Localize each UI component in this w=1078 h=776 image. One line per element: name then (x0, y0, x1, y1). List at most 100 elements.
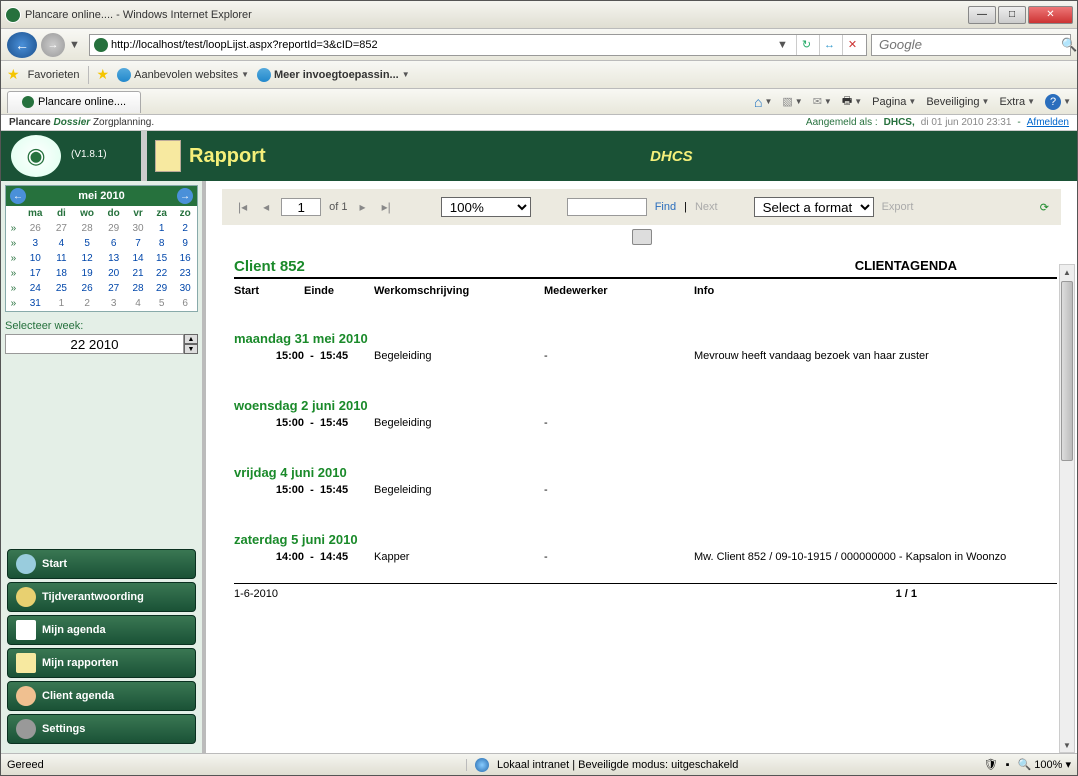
logout-link[interactable]: Afmelden (1027, 117, 1069, 128)
search-box[interactable]: 🔍 (871, 34, 1071, 56)
next-match-button[interactable]: Next (695, 201, 718, 213)
feeds-button[interactable]: ▧▼ (782, 95, 802, 108)
week-input[interactable] (5, 334, 184, 354)
week-up[interactable]: ▲ (184, 334, 198, 344)
security-menu[interactable]: Beveiliging▼ (926, 96, 989, 108)
status-zoom[interactable]: 🔍 100% ▾ (1018, 758, 1071, 771)
cal-day[interactable]: 12 (73, 251, 101, 266)
minimize-button[interactable]: — (968, 6, 996, 24)
cal-prev[interactable]: ← (10, 188, 26, 204)
cal-day[interactable]: 30 (173, 281, 197, 296)
close-button[interactable]: ✕ (1028, 6, 1073, 24)
find-input[interactable] (567, 198, 647, 216)
nav-client-agenda[interactable]: Client agenda (7, 681, 196, 711)
nav-time[interactable]: Tijdverantwoording (7, 582, 196, 612)
next-page-button[interactable]: ▸ (356, 200, 370, 214)
export-button[interactable]: Export (882, 201, 914, 213)
page-menu[interactable]: Pagina▼ (872, 96, 916, 108)
page-input[interactable] (281, 198, 321, 216)
cal-day[interactable]: 23 (173, 266, 197, 281)
cal-day[interactable]: 25 (50, 281, 74, 296)
back-button[interactable]: ← (7, 32, 37, 58)
favorites-star-icon[interactable]: ★ (7, 66, 20, 83)
cal-day[interactable]: 10 (21, 251, 50, 266)
url-input[interactable] (111, 39, 774, 51)
status-protect-icon[interactable]: 🛡 (984, 758, 998, 771)
nav-agenda[interactable]: Mijn agenda (7, 615, 196, 645)
cal-day[interactable]: 14 (126, 251, 150, 266)
cal-day[interactable]: 11 (50, 251, 74, 266)
cal-day[interactable]: 7 (126, 236, 150, 251)
nav-history-dropdown[interactable]: ▼ (69, 39, 85, 51)
nav-reports[interactable]: Mijn rapporten (7, 648, 196, 678)
cal-day[interactable]: 2 (173, 221, 197, 236)
calendar[interactable]: ← mei 2010 → madiwodovrzazo »26272829301… (5, 185, 198, 312)
search-input[interactable] (879, 37, 1058, 52)
more-addons[interactable]: Meer invoegtoepassin...▼ (257, 68, 410, 82)
cal-day[interactable]: 28 (126, 281, 150, 296)
cal-day[interactable]: 17 (21, 266, 50, 281)
home-button[interactable]: ⌂▼ (754, 94, 772, 110)
cal-day[interactable]: 21 (126, 266, 150, 281)
cal-day[interactable]: 26 (21, 221, 50, 236)
cal-day[interactable]: 5 (73, 236, 101, 251)
cal-day[interactable]: 22 (150, 266, 174, 281)
first-page-button[interactable]: |◂ (234, 200, 251, 214)
cal-day[interactable]: 3 (101, 296, 126, 311)
compat-button[interactable]: ↔ (819, 35, 839, 55)
extra-menu[interactable]: Extra▼ (999, 96, 1035, 108)
cal-day[interactable]: 30 (126, 221, 150, 236)
cal-day[interactable]: 19 (73, 266, 101, 281)
format-select[interactable]: Select a format (754, 197, 874, 217)
cal-day[interactable]: 27 (50, 221, 74, 236)
find-button[interactable]: Find (655, 201, 676, 213)
cal-day[interactable]: 28 (73, 221, 101, 236)
zoom-select[interactable]: 100% (441, 197, 531, 217)
cal-day[interactable]: 5 (150, 296, 174, 311)
refresh-report-button[interactable]: ⟳ (1040, 201, 1049, 214)
status-progress-icon[interactable]: ▪ (1006, 759, 1010, 771)
tab-plancare[interactable]: Plancare online.... (7, 91, 141, 113)
calendar-grid[interactable]: madiwodovrzazo »262728293012»3456789»101… (6, 206, 197, 311)
cal-day[interactable]: 24 (21, 281, 50, 296)
nav-start[interactable]: Start (7, 549, 196, 579)
nav-settings[interactable]: Settings (7, 714, 196, 744)
cal-day[interactable]: 1 (150, 221, 174, 236)
scrollbar-thumb[interactable] (1061, 281, 1073, 461)
cal-day[interactable]: 16 (173, 251, 197, 266)
cal-day[interactable]: 6 (101, 236, 126, 251)
favorites-button[interactable]: Favorieten (28, 69, 80, 81)
cal-day[interactable]: 20 (101, 266, 126, 281)
search-button[interactable]: 🔍 (1061, 37, 1077, 53)
cal-day[interactable]: 4 (50, 236, 74, 251)
forward-button[interactable]: → (41, 33, 65, 57)
cal-day[interactable]: 8 (150, 236, 174, 251)
cal-next[interactable]: → (177, 188, 193, 204)
cal-day[interactable]: 6 (173, 296, 197, 311)
refresh-button[interactable]: ↻ (796, 35, 816, 55)
mail-button[interactable]: ✉▼ (813, 95, 832, 108)
print-report-button[interactable] (632, 229, 652, 245)
cal-day[interactable]: 2 (73, 296, 101, 311)
cal-day[interactable]: 3 (21, 236, 50, 251)
help-button[interactable]: ?▼ (1045, 94, 1071, 110)
cal-day[interactable]: 26 (73, 281, 101, 296)
vertical-scrollbar[interactable]: ▲ ▼ (1059, 264, 1075, 753)
cal-day[interactable]: 15 (150, 251, 174, 266)
maximize-button[interactable]: □ (998, 6, 1026, 24)
week-down[interactable]: ▼ (184, 344, 198, 354)
cal-day[interactable]: 18 (50, 266, 74, 281)
suggested-sites[interactable]: Aanbevolen websites▼ (117, 68, 249, 82)
last-page-button[interactable]: ▸| (378, 200, 395, 214)
prev-page-button[interactable]: ◂ (259, 200, 273, 214)
cal-day[interactable]: 27 (101, 281, 126, 296)
cal-day[interactable]: 4 (126, 296, 150, 311)
stop-button[interactable]: ✕ (842, 35, 862, 55)
print-button[interactable]: 🖶▼ (842, 92, 862, 111)
cal-day[interactable]: 31 (21, 296, 50, 311)
cal-day[interactable]: 29 (101, 221, 126, 236)
url-dropdown[interactable]: ▼ (777, 39, 793, 51)
add-fav-icon[interactable]: ★ (97, 66, 110, 83)
cal-day[interactable]: 9 (173, 236, 197, 251)
cal-day[interactable]: 1 (50, 296, 74, 311)
